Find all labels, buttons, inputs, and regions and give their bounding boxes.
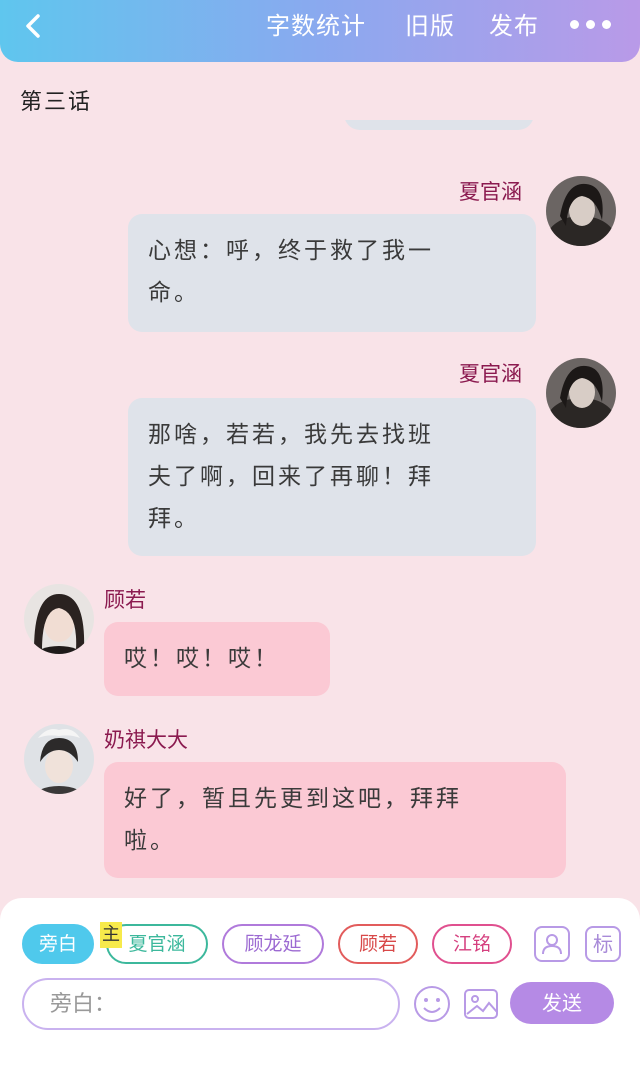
role-chip-gu-longyan[interactable]: 顾龙延 — [222, 924, 324, 964]
role-chip-narration[interactable]: 旁白 — [22, 924, 94, 964]
emoji-icon[interactable] — [412, 984, 452, 1024]
message-line: 好了，暂且先更到这吧，拜拜 — [124, 786, 462, 812]
message-line: 哎！哎！哎！ — [124, 646, 280, 672]
chapter-title: 第三话 — [20, 90, 93, 115]
message-bubble: 那啥，若若，我先去找班 夫了啊，回来了再聊！拜 拜。 — [128, 398, 536, 556]
top-bar: 字数统计 旧版 发布 — [0, 0, 640, 62]
chat-area[interactable]: 夏官涵 心想：呼，终于救了我一 命。 夏官涵 那啥，若若，我先去找班 夫了啊，回… — [0, 120, 640, 895]
avatar[interactable] — [546, 358, 616, 428]
sender-name: 夏官涵 — [459, 180, 522, 204]
message-line: 夫了啊，回来了再聊！拜 — [148, 464, 434, 490]
word-count-button[interactable]: 字数统计 — [266, 8, 366, 44]
sender-name: 顾若 — [104, 588, 146, 612]
sender-name: 奶祺大大 — [104, 728, 188, 752]
tag-icon[interactable]: 标 — [585, 926, 621, 962]
message-line: 命。 — [148, 280, 200, 306]
avatar[interactable] — [546, 176, 616, 246]
send-button[interactable]: 发送 — [510, 982, 614, 1024]
message-input[interactable] — [22, 978, 400, 1030]
role-chip-gu-ruo[interactable]: 顾若 — [338, 924, 418, 964]
message-bubble: 心想：呼，终于救了我一 命。 — [128, 214, 536, 332]
more-icon[interactable] — [570, 14, 626, 34]
sender-name: 夏官涵 — [459, 362, 522, 386]
message-line: 心想：呼，终于救了我一 — [148, 238, 434, 264]
image-icon[interactable] — [463, 986, 499, 1022]
publish-button[interactable]: 发布 — [489, 8, 539, 44]
message-bubble: 哎！哎！哎！ — [104, 622, 330, 696]
role-chip-jiang-ming[interactable]: 江铭 — [432, 924, 512, 964]
character-card-icon[interactable] — [534, 926, 570, 962]
composer-panel: 旁白 夏官涵 主 顾龙延 顾若 江铭 标 发送 — [0, 898, 640, 1066]
previous-message-bubble — [344, 120, 534, 130]
avatar[interactable] — [24, 724, 94, 794]
message-line: 那啥，若若，我先去找班 — [148, 422, 434, 448]
main-role-badge: 主 — [100, 922, 122, 948]
message-line: 拜。 — [148, 506, 200, 532]
old-version-button[interactable]: 旧版 — [405, 8, 455, 44]
back-icon[interactable] — [14, 6, 54, 46]
avatar[interactable] — [24, 584, 94, 654]
message-line: 啦。 — [124, 828, 176, 854]
message-bubble: 好了，暂且先更到这吧，拜拜 啦。 — [104, 762, 566, 878]
